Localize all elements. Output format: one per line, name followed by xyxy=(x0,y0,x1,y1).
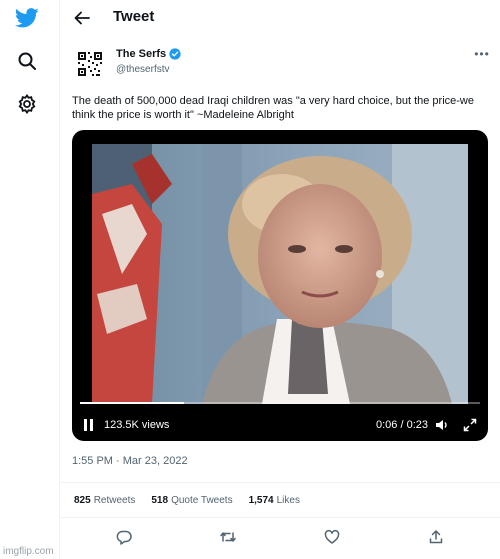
video-progress-bar[interactable] xyxy=(80,402,480,404)
watermark: imgflip.com xyxy=(3,546,54,557)
share-icon[interactable] xyxy=(427,528,445,546)
volume-icon[interactable] xyxy=(434,417,450,433)
search-icon[interactable] xyxy=(12,46,42,76)
author-display-name[interactable]: The Serfs xyxy=(116,48,166,60)
verified-badge-icon xyxy=(169,48,181,60)
likes-stat[interactable]: 1,574 Likes xyxy=(249,495,300,506)
retweets-stat[interactable]: 825 Retweets xyxy=(74,495,135,506)
video-frame xyxy=(92,144,468,404)
tweet-stats: 825 Retweets 518 Quote Tweets 1,574 Likes xyxy=(60,482,500,518)
video-view-count: 123.5K views xyxy=(104,419,170,431)
retweets-count: 825 xyxy=(74,494,91,506)
video-player[interactable]: 123.5K views 0:06 / 0:23 xyxy=(72,130,488,441)
video-controls: 123.5K views 0:06 / 0:23 xyxy=(72,414,488,436)
tweet-column: Tweet The Serfs @theserfstv ••• The deat… xyxy=(60,0,500,559)
back-arrow-icon[interactable] xyxy=(70,6,94,30)
author-names: The Serfs @theserfstv xyxy=(116,48,181,75)
retweet-icon[interactable] xyxy=(219,528,237,546)
reply-icon[interactable] xyxy=(115,528,133,546)
more-options-icon[interactable]: ••• xyxy=(472,46,492,62)
page-title: Tweet xyxy=(113,8,155,25)
quotes-label: Quote Tweets xyxy=(171,494,233,506)
video-progress-fill xyxy=(80,402,184,404)
tweet-timestamp[interactable]: 1:55 PM · Mar 23, 2022 xyxy=(72,455,188,467)
settings-icon[interactable] xyxy=(12,89,42,119)
like-icon[interactable] xyxy=(323,528,341,546)
tweet-text: The death of 500,000 dead Iraqi children… xyxy=(72,95,474,121)
retweets-label: Retweets xyxy=(93,494,136,506)
fullscreen-icon[interactable] xyxy=(462,417,478,433)
likes-count: 1,574 xyxy=(248,494,274,506)
video-time: 0:06 / 0:23 xyxy=(376,419,428,431)
quote-tweets-stat[interactable]: 518 Quote Tweets xyxy=(151,495,232,506)
likes-label: Likes xyxy=(276,494,300,506)
tweet-author: The Serfs @theserfstv ••• xyxy=(72,46,492,82)
twitter-logo-icon[interactable] xyxy=(12,3,42,33)
quotes-count: 518 xyxy=(151,494,169,506)
tweet-actions xyxy=(60,524,500,550)
tweet-header: Tweet xyxy=(60,0,500,36)
nav-rail xyxy=(0,0,60,559)
pause-icon[interactable] xyxy=(82,418,96,432)
author-handle[interactable]: @theserfstv xyxy=(116,64,181,75)
avatar[interactable] xyxy=(72,46,108,82)
